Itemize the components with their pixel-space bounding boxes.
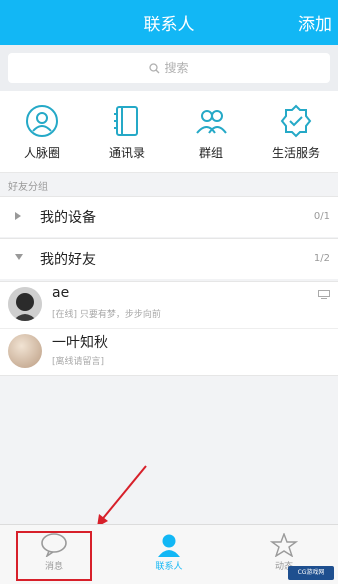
tab-label: 联系人 <box>155 562 183 572</box>
contacts-person-icon <box>158 534 180 557</box>
tab-contacts[interactable]: 联系人 <box>129 533 209 572</box>
site-watermark: CG游戏网 <box>288 566 334 580</box>
annotation-highlight-box <box>16 531 92 581</box>
star-icon <box>270 533 298 557</box>
annotation-arrow <box>97 465 147 527</box>
